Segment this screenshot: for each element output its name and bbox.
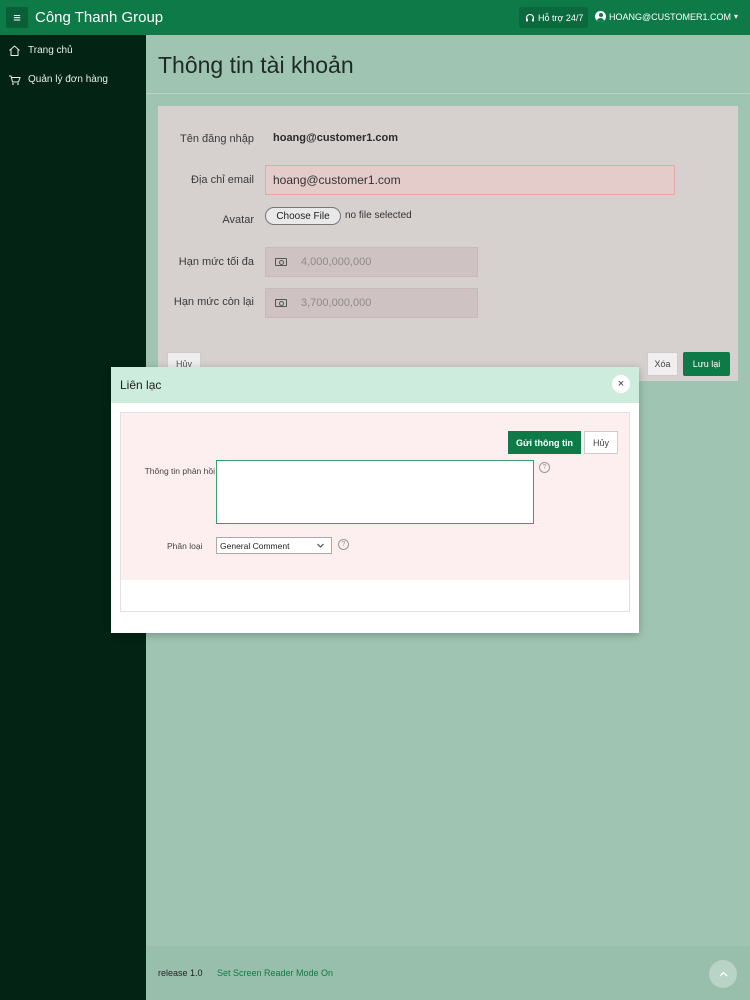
max-limit-field: 4,000,000,000 xyxy=(265,247,478,277)
choose-file-button[interactable]: Choose File xyxy=(265,207,341,225)
account-form: Tên đăng nhập hoang@customer1.com Địa ch… xyxy=(158,106,738,381)
username-value: hoang@customer1.com xyxy=(273,132,399,144)
category-select[interactable]: General Comment xyxy=(216,537,332,554)
scroll-top-button[interactable] xyxy=(709,960,737,988)
top-bar: ≡ Công Thanh Group Hỗ trợ 24/7 HOANG@CUS… xyxy=(0,0,750,35)
category-label: Phân loại xyxy=(167,541,203,551)
money-icon xyxy=(275,299,287,307)
feedback-label: Thông tin phản hồi xyxy=(144,466,215,476)
feedback-textarea[interactable] xyxy=(216,460,534,524)
sidebar-item-label: Quản lý đơn hàng xyxy=(28,73,108,85)
contact-modal: Liên lạc × Gửi thông tin Hủy Thông tin p… xyxy=(111,367,639,633)
email-input[interactable] xyxy=(265,165,675,195)
save-button[interactable]: Lưu lại xyxy=(683,352,730,376)
help-icon[interactable]: ? xyxy=(539,462,550,473)
remaining-limit-label: Hạn mức còn lại xyxy=(173,296,254,308)
delete-button[interactable]: Xóa xyxy=(647,352,678,376)
hamburger-icon: ≡ xyxy=(13,10,21,25)
email-label: Địa chỉ email xyxy=(191,174,254,186)
modal-body: Gửi thông tin Hủy Thông tin phản hồi ? P… xyxy=(120,412,630,612)
title-divider xyxy=(146,93,750,94)
modal-title: Liên lạc xyxy=(120,378,162,392)
menu-toggle-button[interactable]: ≡ xyxy=(6,7,28,28)
home-icon xyxy=(9,44,20,56)
remaining-limit-field: 3,700,000,000 xyxy=(265,288,478,318)
close-icon[interactable]: × xyxy=(612,375,630,393)
category-selected-value: General Comment xyxy=(220,540,290,551)
file-status: no file selected xyxy=(345,210,412,221)
username-label: Tên đăng nhập xyxy=(179,133,254,145)
footer: release 1.0 Set Screen Reader Mode On xyxy=(146,946,750,1000)
help-icon[interactable]: ? xyxy=(338,539,349,550)
avatar-label: Avatar xyxy=(222,214,254,226)
cart-icon xyxy=(9,75,21,85)
send-button[interactable]: Gửi thông tin xyxy=(508,431,581,454)
modal-header: Liên lạc × xyxy=(111,367,639,403)
support-button[interactable]: Hỗ trợ 24/7 xyxy=(519,7,588,28)
user-avatar-icon xyxy=(595,11,606,22)
screen-reader-link[interactable]: Set Screen Reader Mode On xyxy=(217,968,333,978)
remaining-limit-value: 3,700,000,000 xyxy=(301,297,372,309)
sidebar-item-label: Trang chủ xyxy=(28,44,73,56)
release-label: release 1.0 xyxy=(158,968,203,978)
sidebar-item-home[interactable]: Trang chủ xyxy=(8,40,73,60)
app-title[interactable]: Công Thanh Group xyxy=(35,9,163,26)
money-icon xyxy=(275,258,287,266)
feedback-form: Gửi thông tin Hủy Thông tin phản hồi ? P… xyxy=(121,413,629,580)
support-label: Hỗ trợ 24/7 xyxy=(538,12,584,23)
modal-cancel-button[interactable]: Hủy xyxy=(584,431,618,454)
user-email-label: HOANG@CUSTOMER1.COM xyxy=(609,11,731,22)
page-title: Thông tin tài khoản xyxy=(158,52,354,78)
max-limit-label: Hạn mức tối đa xyxy=(178,256,254,268)
chevron-up-icon xyxy=(719,971,727,976)
max-limit-value: 4,000,000,000 xyxy=(301,256,372,268)
chevron-down-icon xyxy=(317,543,324,548)
sidebar-item-orders[interactable]: Quản lý đơn hàng xyxy=(8,69,108,89)
user-menu[interactable]: HOANG@CUSTOMER1.COM ▾ xyxy=(595,11,738,22)
headset-icon xyxy=(525,13,535,21)
caret-down-icon: ▾ xyxy=(733,12,738,21)
